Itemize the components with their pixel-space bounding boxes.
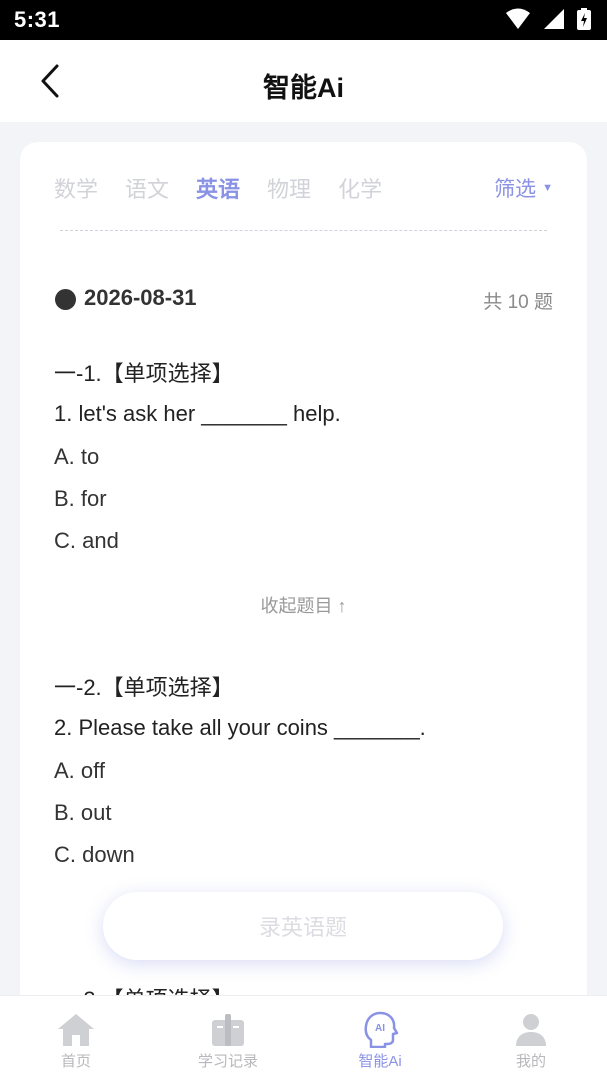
- nav-item-ai[interactable]: AI 智能Ai: [352, 996, 408, 1080]
- nav-label: 我的: [515, 1053, 546, 1070]
- tab-chinese[interactable]: 语文: [125, 172, 169, 204]
- nav-label: 学习记录: [197, 1053, 258, 1070]
- tab-chemistry[interactable]: 化学: [338, 172, 382, 204]
- option-b: B. out: [54, 800, 112, 825]
- option-a: A. to: [54, 444, 100, 469]
- signal-icon: [544, 9, 564, 29]
- question-options: A. off B. out C. down: [54, 758, 557, 884]
- ai-head-icon: AI: [360, 1010, 400, 1048]
- option-a: A. off: [54, 758, 105, 783]
- question-item: 一-2.【单项选择】 2. Please take all your coins…: [54, 670, 557, 884]
- dot-icon: [55, 289, 76, 310]
- profile-icon: [511, 1010, 551, 1048]
- nav-item-mine[interactable]: 我的: [510, 996, 552, 1080]
- question-type: 一-1.【单项选择】: [54, 361, 234, 386]
- svg-text:AI: AI: [375, 1023, 385, 1034]
- question-card: 数学 语文 英语 物理 化学 筛选 ▼ 2026-08-31 共 10 题 一-…: [20, 142, 587, 1042]
- collapse-questions-link[interactable]: 收起题目 ↑: [20, 592, 587, 618]
- bottom-nav: 首页 学习记录 AI 智能Ai 我的: [0, 995, 607, 1080]
- question-count: 共 10 题: [483, 292, 553, 313]
- question-item: 一-1.【单项选择】 1. let's ask her _______ help…: [54, 356, 557, 570]
- divider: [60, 230, 547, 231]
- nav-item-home[interactable]: 首页: [50, 996, 102, 1080]
- status-time: 5:31: [14, 7, 61, 32]
- nav-label: 首页: [60, 1053, 91, 1070]
- subject-tabs: 数学 语文 英语 物理 化学: [54, 172, 382, 204]
- app-header: 智能Ai: [0, 40, 607, 122]
- nav-item-study-record[interactable]: 学习记录: [190, 996, 266, 1080]
- question-type: 一-2.【单项选择】: [54, 675, 234, 700]
- caret-down-icon: ▼: [542, 182, 553, 194]
- date-row: 2026-08-31 共 10 题: [54, 285, 553, 315]
- filter-button[interactable]: 筛选 ▼: [494, 173, 553, 203]
- option-c: C. and: [54, 528, 119, 553]
- filter-label: 筛选: [494, 178, 537, 201]
- question-options: A. to B. for C. and: [54, 444, 557, 570]
- option-c: C. down: [54, 842, 135, 867]
- option-b: B. for: [54, 486, 107, 511]
- page-title: 智能Ai: [263, 73, 344, 103]
- wifi-icon: [506, 8, 530, 29]
- nav-label: 智能Ai: [358, 1053, 402, 1070]
- question-stem: 1. let's ask her _______ help.: [54, 401, 341, 426]
- home-icon: [56, 1010, 96, 1048]
- question-stem: 2. Please take all your coins _______.: [54, 715, 426, 740]
- tab-physics[interactable]: 物理: [267, 172, 311, 204]
- battery-icon: [577, 8, 591, 30]
- record-date: 2026-08-31: [84, 285, 197, 310]
- status-bar: 5:31: [0, 0, 607, 40]
- status-icons: [505, 8, 591, 30]
- tab-english[interactable]: 英语: [196, 172, 240, 204]
- record-english-question-button[interactable]: 录英语题: [103, 892, 503, 960]
- study-record-icon: [208, 1010, 248, 1048]
- tab-math[interactable]: 数学: [54, 172, 98, 204]
